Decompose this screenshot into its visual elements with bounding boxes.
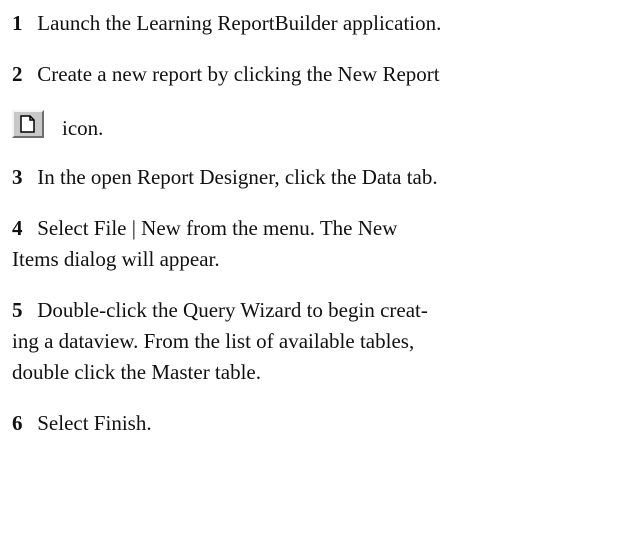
step-text: Select Finish. — [37, 411, 152, 435]
step-1: 1 Launch the Learning ReportBuilder appl… — [12, 8, 617, 39]
document-icon — [20, 115, 35, 133]
step-number: 6 — [12, 411, 23, 435]
new-report-icon[interactable] — [12, 110, 44, 138]
step-number: 5 — [12, 298, 23, 322]
step-text-line-2: Items dialog will appear. — [12, 247, 220, 271]
step-number: 2 — [12, 62, 23, 86]
step-text-line-2: ing a dataview. From the list of availab… — [12, 329, 415, 353]
step-text: In the open Report Designer, click the D… — [37, 165, 438, 189]
step-text: Create a new report by clicking the New … — [37, 62, 440, 86]
step-number: 4 — [12, 216, 23, 240]
instruction-steps: 1 Launch the Learning ReportBuilder appl… — [12, 8, 617, 459]
step-text: Launch the Learning ReportBuilder applic… — [37, 11, 442, 35]
step-text-line-1: Select File | New from the menu. The New — [37, 216, 398, 240]
step-2-icon-row: icon. — [12, 90, 617, 140]
step-2: 2 Create a new report by clicking the Ne… — [12, 59, 617, 90]
step-text-line-3: double click the Master table. — [12, 360, 261, 384]
step-3: 3 In the open Report Designer, click the… — [12, 162, 617, 193]
step-number: 3 — [12, 165, 23, 189]
step-4: 4 Select File | New from the menu. The N… — [12, 213, 617, 275]
step-number: 1 — [12, 11, 23, 35]
step-2-icon-suffix: icon. — [62, 116, 104, 140]
step-5: 5 Double-click the Query Wizard to begin… — [12, 295, 617, 388]
step-6: 6 Select Finish. — [12, 408, 617, 439]
step-text-line-1: Double-click the Query Wizard to begin c… — [37, 298, 428, 322]
